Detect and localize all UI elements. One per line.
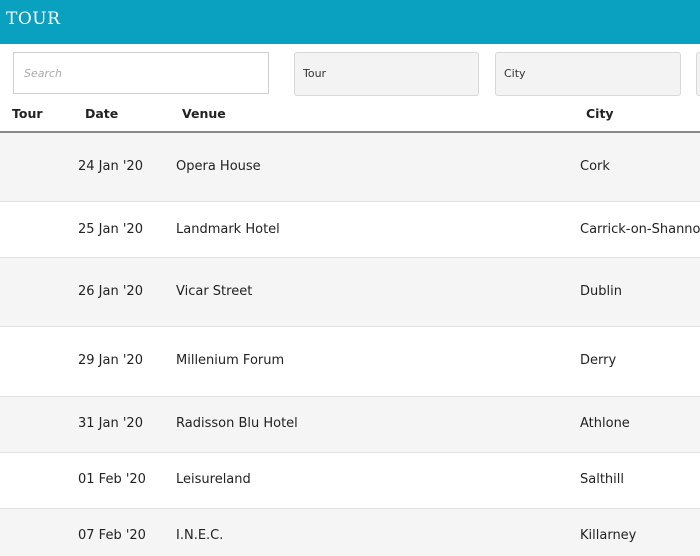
cell-city: Cork [580, 159, 610, 174]
cell-date: 01 Feb '20 [78, 472, 146, 487]
cell-city: Athlone [580, 416, 630, 431]
cell-date: 31 Jan '20 [78, 416, 143, 431]
cell-venue: Opera House [176, 159, 261, 174]
header-bar: TOUR [0, 0, 700, 44]
filter-bar: Tour City [0, 44, 700, 100]
cell-date: 26 Jan '20 [78, 284, 143, 299]
cell-city: Dublin [580, 284, 622, 299]
cell-date: 29 Jan '20 [78, 353, 143, 368]
table-row[interactable]: 29 Jan '20 Millenium Forum Derry [0, 327, 700, 397]
tour-filter-select[interactable]: Tour [294, 52, 479, 96]
cell-date: 07 Feb '20 [78, 528, 146, 543]
cell-venue: Millenium Forum [176, 353, 285, 368]
cell-date: 24 Jan '20 [78, 159, 143, 174]
column-header-date[interactable]: Date [85, 106, 118, 121]
cell-date: 25 Jan '20 [78, 222, 143, 237]
cell-city: Killarney [580, 528, 637, 543]
table-row[interactable]: 01 Feb '20 Leisureland Salthill [0, 453, 700, 509]
extra-filter-select[interactable] [696, 52, 700, 96]
table-row[interactable]: 31 Jan '20 Radisson Blu Hotel Athlone [0, 397, 700, 453]
cell-venue: Landmark Hotel [176, 222, 280, 237]
table-row[interactable]: 24 Jan '20 Opera House Cork [0, 133, 700, 202]
cell-venue: I.N.E.C. [176, 528, 224, 543]
cell-venue: Radisson Blu Hotel [176, 416, 298, 431]
cell-city: Carrick-on-Shannon [580, 222, 700, 237]
column-header-city[interactable]: City [586, 106, 614, 121]
cell-city: Derry [580, 353, 617, 368]
table-row[interactable]: 26 Jan '20 Vicar Street Dublin [0, 258, 700, 327]
cell-venue: Vicar Street [176, 284, 253, 299]
city-filter-label: City [504, 67, 526, 80]
page-title: TOUR [6, 9, 61, 29]
city-filter-select[interactable]: City [495, 52, 681, 96]
cell-venue: Leisureland [176, 472, 251, 487]
column-header-venue[interactable]: Venue [182, 106, 226, 121]
table-row[interactable]: 25 Jan '20 Landmark Hotel Carrick-on-Sha… [0, 202, 700, 258]
cell-city: Salthill [580, 472, 625, 487]
tour-filter-label: Tour [303, 67, 327, 80]
search-input[interactable] [13, 52, 269, 94]
table-header: Tour Date Venue City [0, 100, 700, 133]
column-header-tour[interactable]: Tour [12, 106, 43, 121]
table-row[interactable]: 07 Feb '20 I.N.E.C. Killarney [0, 509, 700, 556]
